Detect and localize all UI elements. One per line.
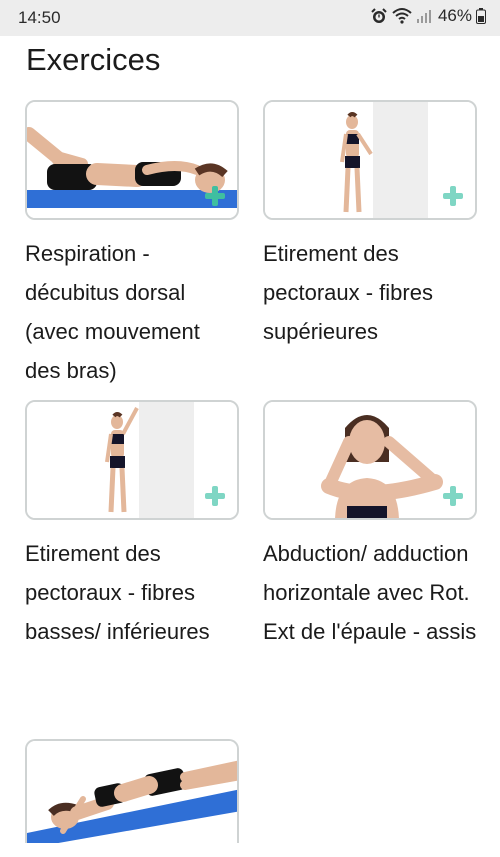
exercise-thumbnail[interactable] xyxy=(25,400,239,520)
status-time: 14:50 xyxy=(18,8,61,27)
wifi-icon xyxy=(392,7,412,25)
add-icon[interactable] xyxy=(205,186,225,206)
exercise-card[interactable]: Etirement des pectoraux - fibres supérie… xyxy=(263,100,477,351)
page-title: Exercices xyxy=(26,42,161,77)
signal-icon xyxy=(416,8,432,24)
exercise-title[interactable]: Abduction/ adduction horizontale avec Ro… xyxy=(263,534,477,651)
battery-percent: 46% xyxy=(437,6,472,25)
add-icon[interactable] xyxy=(443,186,463,206)
woman-lying-on-mat-image xyxy=(27,741,237,843)
add-icon[interactable] xyxy=(443,486,463,506)
add-icon[interactable] xyxy=(205,486,225,506)
alarm-icon xyxy=(370,7,388,25)
exercise-thumbnail[interactable] xyxy=(25,739,239,843)
status-icons: 46% xyxy=(370,6,486,26)
exercise-thumbnail[interactable] xyxy=(263,100,477,220)
exercise-thumbnail[interactable] xyxy=(263,400,477,520)
status-bar: 14:50 46% xyxy=(0,0,500,36)
exercise-title[interactable]: Etirement des pectoraux - fibres basses/… xyxy=(25,534,239,651)
battery-icon xyxy=(476,8,486,24)
exercise-card[interactable] xyxy=(25,739,239,857)
exercise-title[interactable]: Respiration - décubitus dorsal (avec mou… xyxy=(25,234,239,390)
exercise-title[interactable]: Etirement des pectoraux - fibres supérie… xyxy=(263,234,477,351)
exercise-card[interactable]: Respiration - décubitus dorsal (avec mou… xyxy=(25,100,239,390)
exercise-card[interactable]: Abduction/ adduction horizontale avec Ro… xyxy=(263,400,477,651)
exercise-card[interactable]: Etirement des pectoraux - fibres basses/… xyxy=(25,400,239,651)
exercise-thumbnail[interactable] xyxy=(25,100,239,220)
